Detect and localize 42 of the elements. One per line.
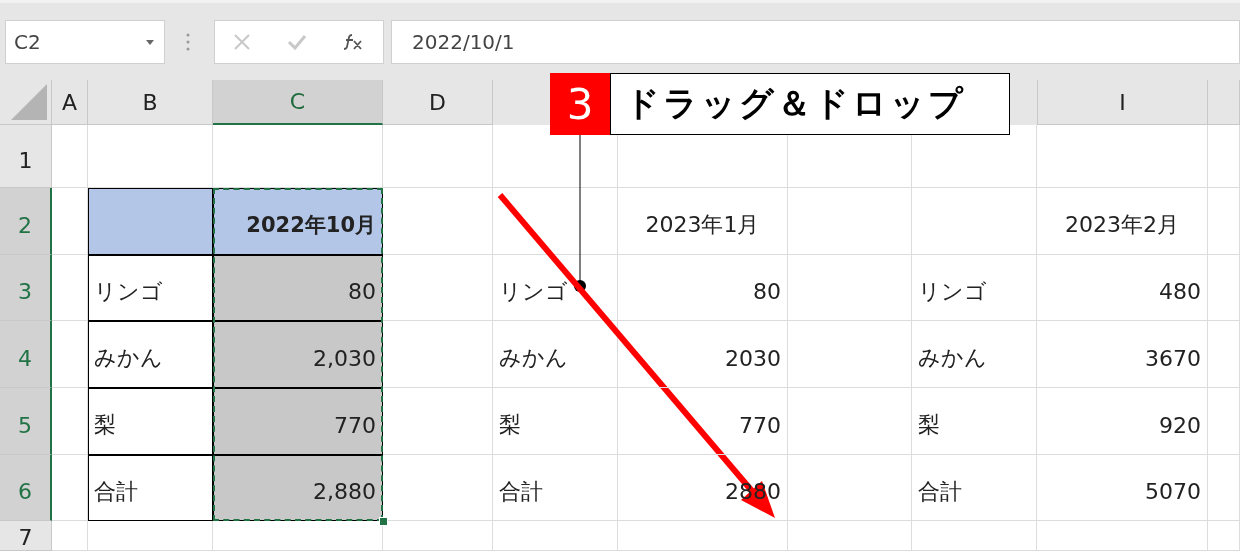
- table-cell: 3670: [1037, 321, 1208, 388]
- table-cell: 合計: [912, 455, 1037, 521]
- table-cell: 2030: [618, 321, 788, 388]
- row-header[interactable]: 7: [0, 521, 52, 551]
- row-header[interactable]: 5: [0, 388, 52, 455]
- column-header[interactable]: A: [52, 80, 88, 125]
- row-header[interactable]: 2: [0, 188, 52, 255]
- table-cell: 770: [618, 388, 788, 455]
- table-cell: 2022年10月: [213, 188, 383, 255]
- column-header[interactable]: C: [213, 80, 383, 125]
- table-cell: 80: [618, 255, 788, 321]
- column-header[interactable]: I: [1037, 80, 1208, 125]
- callout-label: ドラッグ＆ドロップ: [610, 73, 1010, 135]
- table-cell: 2,030: [213, 321, 383, 388]
- table-cell: 770: [213, 388, 383, 455]
- table-cell: 80: [213, 255, 383, 321]
- table-cell: 梨: [912, 388, 1037, 455]
- table-cell: みかん: [493, 321, 618, 388]
- row-header[interactable]: 6: [0, 455, 52, 521]
- table-cell: 5070: [1037, 455, 1208, 521]
- step-badge: 3: [550, 73, 610, 135]
- column-header[interactable]: B: [88, 80, 213, 125]
- table-cell: 合計: [88, 455, 213, 521]
- table-cell: みかん: [88, 321, 213, 388]
- column-header[interactable]: D: [383, 80, 493, 125]
- table-cell: 480: [1037, 255, 1208, 321]
- table-cell: リンゴ: [88, 255, 213, 321]
- table-cell: 合計: [493, 455, 618, 521]
- table-cell: 2023年2月: [1037, 188, 1208, 255]
- table-cell: リンゴ: [912, 255, 1037, 321]
- row-header[interactable]: 1: [0, 125, 52, 188]
- table-cell: 920: [1037, 388, 1208, 455]
- formula-field[interactable]: 2022/10/1: [391, 20, 1240, 64]
- name-box[interactable]: C2: [5, 20, 165, 64]
- table-cell: 2,880: [213, 455, 383, 521]
- table-cell: 梨: [88, 388, 213, 455]
- row-header[interactable]: 4: [0, 321, 52, 388]
- row-header[interactable]: 3: [0, 255, 52, 321]
- table-cell: 梨: [493, 388, 618, 455]
- name-box-value: C2: [14, 30, 41, 54]
- table-cell: 2023年1月: [618, 188, 788, 255]
- table-cell: みかん: [912, 321, 1037, 388]
